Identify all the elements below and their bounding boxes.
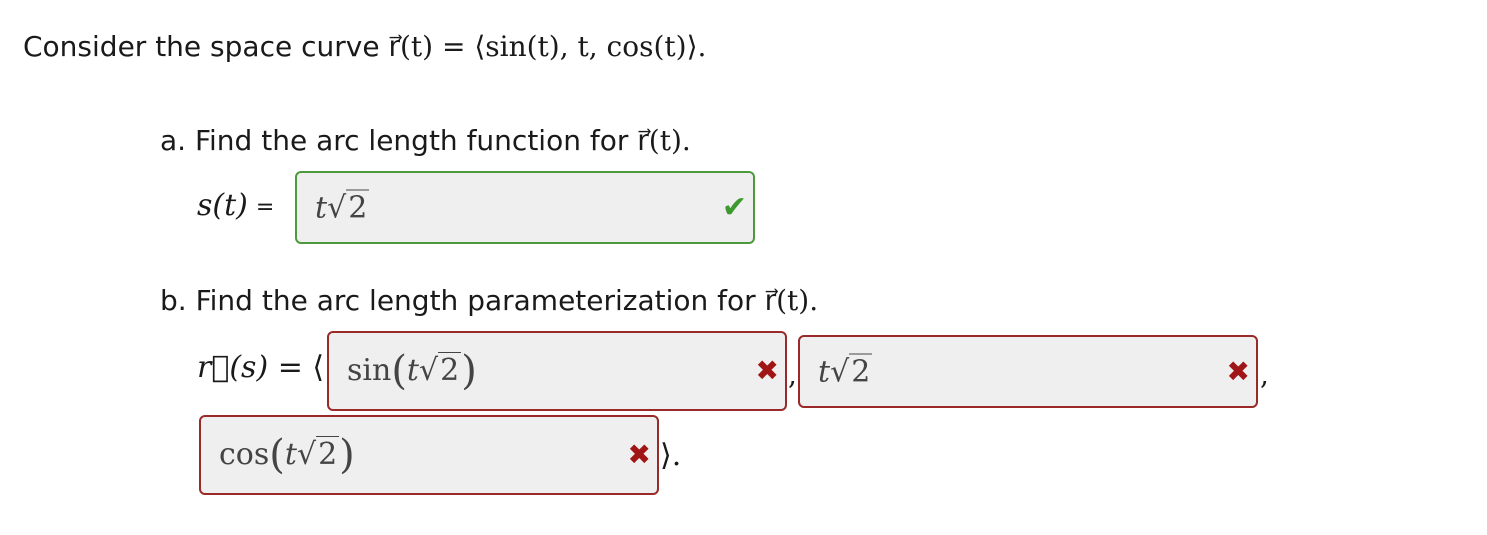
part-a-answer-value: t√2 (315, 189, 370, 225)
part-a-prompt-text: a. Find the arc length function for (160, 124, 638, 157)
part-b-answer-3-value: cos(t√2) (219, 432, 355, 478)
part-a-equals: = (255, 194, 275, 220)
answer-2-radicand: 2 (849, 353, 873, 389)
close-bracket: ⟩. (660, 438, 682, 473)
answer-1-radicand: 2 (438, 352, 462, 388)
sqrt-symbol: √2 (296, 436, 340, 472)
close-paren: ) (461, 348, 477, 394)
x-icon: ✖ (627, 438, 651, 471)
part-b-answer-1-value: sin(t√2) (347, 348, 477, 394)
part-a-prompt: a. Find the arc length function for r⃗(t… (160, 124, 691, 157)
x-icon: ✖ (1226, 354, 1250, 388)
x-icon: ✖ (755, 354, 779, 387)
answer-3-coef: t (284, 437, 297, 472)
intro-label: Consider the space curve (23, 30, 389, 63)
answer-radicand: 2 (346, 189, 370, 225)
part-b-answer-2-value: t√2 (818, 353, 873, 389)
answer-1-func: sin (347, 353, 392, 388)
part-a-answer-input[interactable]: t√2 ✔ (295, 171, 755, 244)
sqrt-symbol: √2 (418, 352, 462, 388)
part-b-answer-2-input[interactable]: t√2 ✖ (798, 335, 1258, 408)
part-b-function-label: r⃗(s) (197, 350, 269, 385)
open-paren: ( (269, 432, 285, 478)
part-b-equals: = (277, 350, 303, 385)
intro-text: Consider the space curve r⃗(t) = ⟨sin(t)… (23, 30, 706, 63)
answer-1-coef: t (406, 353, 419, 388)
answer-2-coef: t (818, 354, 831, 389)
answer-3-radicand: 2 (316, 436, 340, 472)
part-b-open-bracket: ⟨ (312, 350, 325, 385)
part-b-answer-1-input[interactable]: sin(t√2) ✖ (327, 331, 787, 411)
part-b-prompt: b. Find the arc length parameterization … (160, 284, 818, 317)
intro-vector-expression: r⃗(t) = ⟨sin(t), t, cos(t)⟩. (388, 30, 707, 63)
answer-coef: t (315, 190, 328, 225)
part-b-answer-3-input[interactable]: cos(t√2) ✖ (199, 415, 659, 495)
open-paren: ( (391, 348, 407, 394)
comma-separator: , (1260, 358, 1269, 391)
close-paren: ) (339, 432, 355, 478)
part-b-label: r⃗(s) = ⟨ (197, 350, 324, 385)
sqrt-symbol: √2 (327, 189, 370, 225)
part-a-function-label: s(t) (197, 188, 248, 223)
part-a-prompt-vector: r⃗(t). (637, 124, 691, 157)
answer-3-func: cos (219, 437, 270, 472)
sqrt-symbol: √2 (830, 353, 873, 389)
part-a-label: s(t) = (197, 188, 282, 223)
comma-separator: , (788, 358, 797, 391)
check-icon: ✔ (721, 189, 747, 225)
part-b-prompt-vector: r⃗(t). (764, 284, 819, 317)
part-b-prompt-text: b. Find the arc length parameterization … (160, 284, 765, 317)
